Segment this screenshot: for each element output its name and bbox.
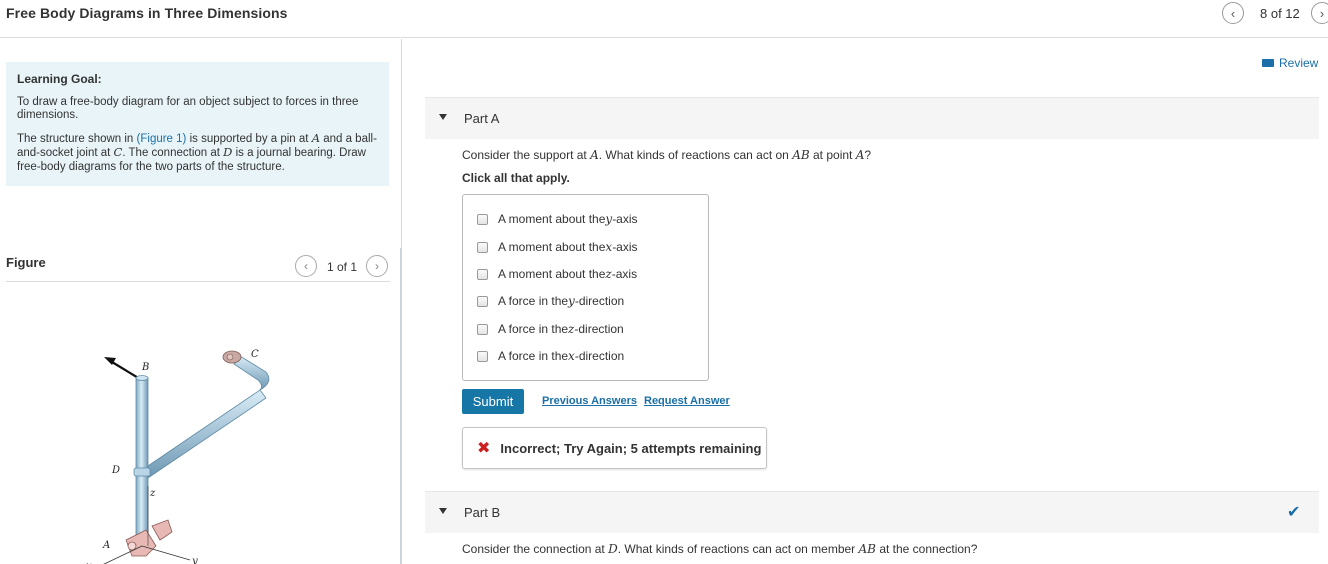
previous-answers-link[interactable]: Previous Answers bbox=[542, 395, 637, 407]
member-ab bbox=[135, 377, 149, 547]
previous-item-button[interactable]: ‹ bbox=[1222, 2, 1244, 24]
structure-figure: B C D z A x y bbox=[86, 349, 270, 564]
structure-description: The structure shown in (Figure 1) is sup… bbox=[17, 130, 377, 173]
scrollbar-track[interactable] bbox=[400, 248, 402, 564]
figure-link[interactable]: (Figure 1) bbox=[137, 133, 187, 145]
chevron-right-icon: › bbox=[1319, 5, 1325, 21]
chevron-left-icon: ‹ bbox=[304, 259, 308, 273]
caret-down-icon bbox=[439, 508, 447, 514]
part-b-label: Part B bbox=[464, 505, 501, 520]
close-icon: ✖ bbox=[477, 440, 491, 457]
checkbox[interactable] bbox=[477, 295, 488, 307]
option-force-x[interactable]: A force in the x -direction bbox=[477, 349, 624, 363]
top-bar: Free Body Diagrams in Three Dimensions ‹… bbox=[0, 0, 1328, 38]
figure-counter: 1 of 1 bbox=[327, 260, 358, 274]
part-a-header[interactable]: Part A bbox=[425, 97, 1319, 139]
figure-next-button[interactable]: › bbox=[366, 255, 388, 277]
figure-heading: Figure bbox=[6, 255, 46, 270]
option-force-y[interactable]: A force in the y -direction bbox=[477, 294, 624, 308]
label-b: B bbox=[141, 362, 149, 373]
learning-goal-box: Learning Goal: To draw a free-body diagr… bbox=[6, 62, 389, 186]
learning-goal-text: To draw a free-body diagram for an objec… bbox=[17, 95, 359, 122]
checkmark-icon: ✔ bbox=[1287, 504, 1301, 521]
force-arrow bbox=[111, 361, 141, 380]
option-moment-y[interactable]: A moment about the y -axis bbox=[477, 212, 638, 226]
option-moment-x[interactable]: A moment about the x -axis bbox=[477, 240, 638, 254]
label-z: z bbox=[149, 488, 156, 499]
request-answer-link[interactable]: Request Answer bbox=[644, 395, 730, 407]
submit-button[interactable]: Submit bbox=[462, 389, 524, 414]
option-force-z[interactable]: A force in the z -direction bbox=[477, 322, 624, 336]
checkbox[interactable] bbox=[477, 213, 488, 225]
label-y: y bbox=[191, 556, 198, 564]
learning-goal-heading: Learning Goal: bbox=[17, 72, 102, 86]
part-a-instruction: Click all that apply. bbox=[462, 171, 570, 185]
checkbox[interactable] bbox=[477, 268, 488, 280]
label-d: D bbox=[111, 465, 120, 476]
chevron-right-icon: › bbox=[375, 259, 379, 273]
feedback-message: Incorrect; Try Again; 5 attempts remaini… bbox=[500, 440, 762, 456]
book-icon bbox=[1262, 59, 1274, 67]
answer-options: A moment about the y -axis A moment about… bbox=[462, 194, 709, 381]
part-a-label: Part A bbox=[464, 111, 500, 126]
pipe-arm bbox=[141, 389, 267, 479]
checkbox[interactable] bbox=[477, 323, 488, 335]
item-counter: 8 of 12 bbox=[1260, 6, 1300, 21]
label-c: C bbox=[251, 349, 259, 360]
assignment-title: Free Body Diagrams in Three Dimensions bbox=[6, 5, 288, 21]
part-b-question: Consider the connection at D. What kinds… bbox=[462, 542, 978, 556]
review-link[interactable]: Review bbox=[1262, 56, 1318, 70]
figure-divider bbox=[6, 281, 390, 282]
part-b-header[interactable]: Part B ✔ bbox=[425, 491, 1319, 533]
next-item-button[interactable]: › bbox=[1311, 2, 1328, 24]
feedback-box: ✖ Incorrect; Try Again; 5 attempts remai… bbox=[462, 427, 767, 469]
left-panel: Learning Goal: To draw a free-body diagr… bbox=[0, 39, 401, 564]
checkbox[interactable] bbox=[477, 350, 488, 362]
caret-down-icon bbox=[439, 114, 447, 120]
checkbox[interactable] bbox=[477, 241, 488, 253]
figure-previous-button[interactable]: ‹ bbox=[295, 255, 317, 277]
chevron-left-icon: ‹ bbox=[1230, 5, 1236, 21]
journal-bearing bbox=[133, 467, 151, 477]
part-a-question: Consider the support at A. What kinds of… bbox=[462, 148, 872, 162]
label-a: A bbox=[102, 540, 110, 551]
option-moment-z[interactable]: A moment about the z -axis bbox=[477, 267, 637, 281]
